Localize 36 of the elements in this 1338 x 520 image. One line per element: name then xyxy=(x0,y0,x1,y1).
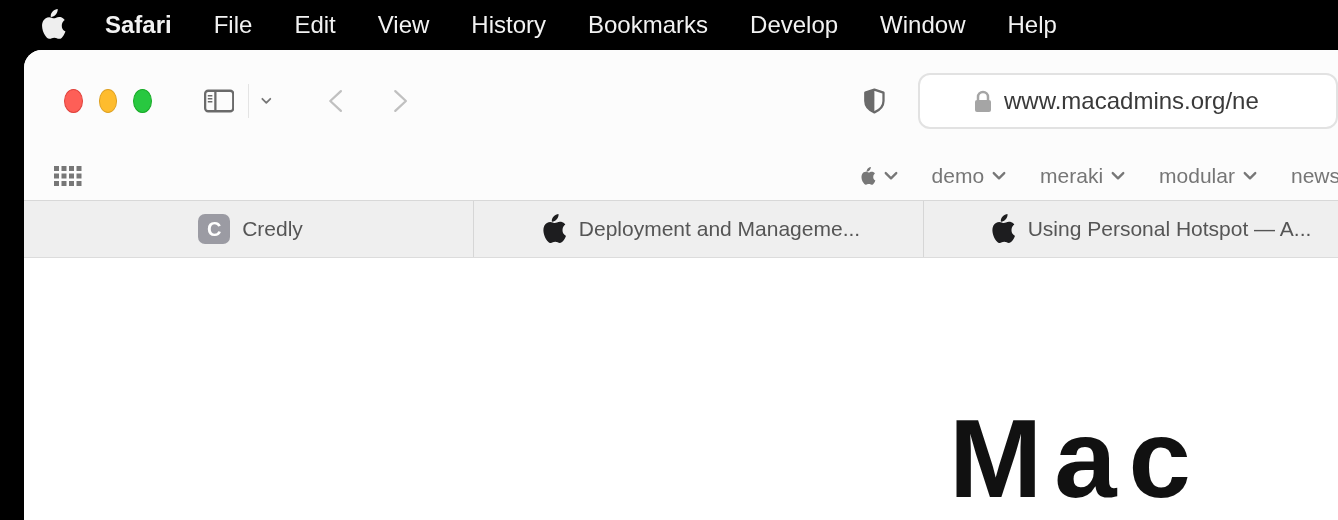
tab-title: Using Personal Hotspot — A... xyxy=(1027,217,1312,241)
apple-logo-icon xyxy=(39,9,67,41)
apple-logo-icon xyxy=(540,213,567,245)
apple-logo-icon xyxy=(859,166,876,186)
menu-item[interactable]: Window xyxy=(880,11,966,39)
favorites-folder[interactable]: demo xyxy=(931,164,1007,188)
menu-item[interactable]: Develop xyxy=(750,11,839,39)
page-heading: Mac xyxy=(949,403,1203,515)
close-button[interactable] xyxy=(64,89,83,113)
menu-item[interactable]: Bookmarks xyxy=(588,11,709,39)
address-field[interactable]: www.macadmins.org/ne xyxy=(918,73,1338,129)
lock-icon xyxy=(974,90,992,112)
tab-title: Deployment and Manageme... xyxy=(578,217,861,241)
favorites-folder[interactable]: meraki xyxy=(1040,164,1126,188)
zoom-button[interactable] xyxy=(133,89,153,113)
menu-item[interactable]: Help xyxy=(1007,11,1057,39)
chevron-down-icon xyxy=(1242,171,1257,181)
tab-title: Credly xyxy=(242,217,303,241)
menu-item[interactable]: History xyxy=(471,11,546,39)
menu-item[interactable]: Safari xyxy=(105,11,172,39)
menu-item[interactable]: File xyxy=(213,11,253,39)
menu-item[interactable]: View xyxy=(377,11,430,39)
chevron-down-icon xyxy=(261,96,272,106)
browser-tab[interactable]: Deployment and Manageme... xyxy=(474,201,924,257)
chevron-down-icon xyxy=(1111,171,1126,181)
grid-icon[interactable] xyxy=(54,166,82,186)
browser-tab[interactable]: Using Personal Hotspot — A... xyxy=(924,201,1338,257)
minimize-button[interactable] xyxy=(98,89,118,113)
favorites-folder[interactable]: modular xyxy=(1159,164,1257,188)
chevron-down-icon xyxy=(992,171,1007,181)
site-icon: C xyxy=(198,214,231,244)
menu-item[interactable]: Edit xyxy=(294,11,336,39)
apple-logo-icon xyxy=(989,213,1016,245)
favorites-folder[interactable] xyxy=(859,166,898,186)
browser-tab[interactable]: C Credly xyxy=(24,201,474,257)
chevron-down-icon xyxy=(883,171,898,181)
